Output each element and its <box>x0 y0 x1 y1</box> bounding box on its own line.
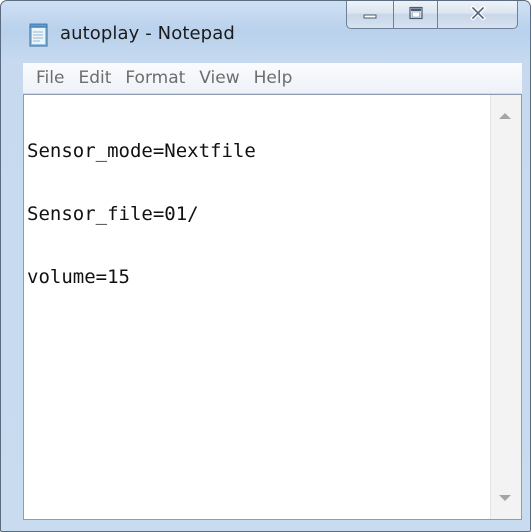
caption-buttons <box>346 1 522 31</box>
text-line: Sensor_file=01/ <box>27 203 199 225</box>
menu-edit[interactable]: Edit <box>72 68 117 88</box>
maximize-icon <box>408 5 424 24</box>
minimize-icon <box>362 5 378 24</box>
menu-help[interactable]: Help <box>248 68 299 88</box>
scroll-up-arrow-icon[interactable] <box>499 113 511 119</box>
menu-view[interactable]: View <box>193 68 245 88</box>
menu-bar: File Edit Format View Help <box>23 63 522 94</box>
menu-format[interactable]: Format <box>119 68 191 88</box>
text-editor[interactable]: Sensor_mode=Nextfile Sensor_file=01/ vol… <box>23 94 522 520</box>
text-line: Sensor_mode=Nextfile <box>27 140 256 162</box>
menu-file[interactable]: File <box>30 68 70 88</box>
vertical-scrollbar[interactable] <box>490 95 521 519</box>
close-icon <box>469 5 486 24</box>
scroll-down-arrow-icon[interactable] <box>499 495 511 501</box>
title-bar[interactable]: autoplay - Notepad <box>1 1 530 59</box>
minimize-button[interactable] <box>346 1 394 29</box>
window-title: autoplay - Notepad <box>60 23 235 44</box>
text-line: volume=15 <box>27 266 130 288</box>
notepad-window: autoplay - Notepad File Edit Format View… <box>0 0 531 532</box>
notepad-icon <box>28 23 50 47</box>
maximize-button[interactable] <box>394 1 438 29</box>
close-button[interactable] <box>438 1 518 29</box>
editor-text-area[interactable]: Sensor_mode=Nextfile Sensor_file=01/ vol… <box>27 99 489 515</box>
